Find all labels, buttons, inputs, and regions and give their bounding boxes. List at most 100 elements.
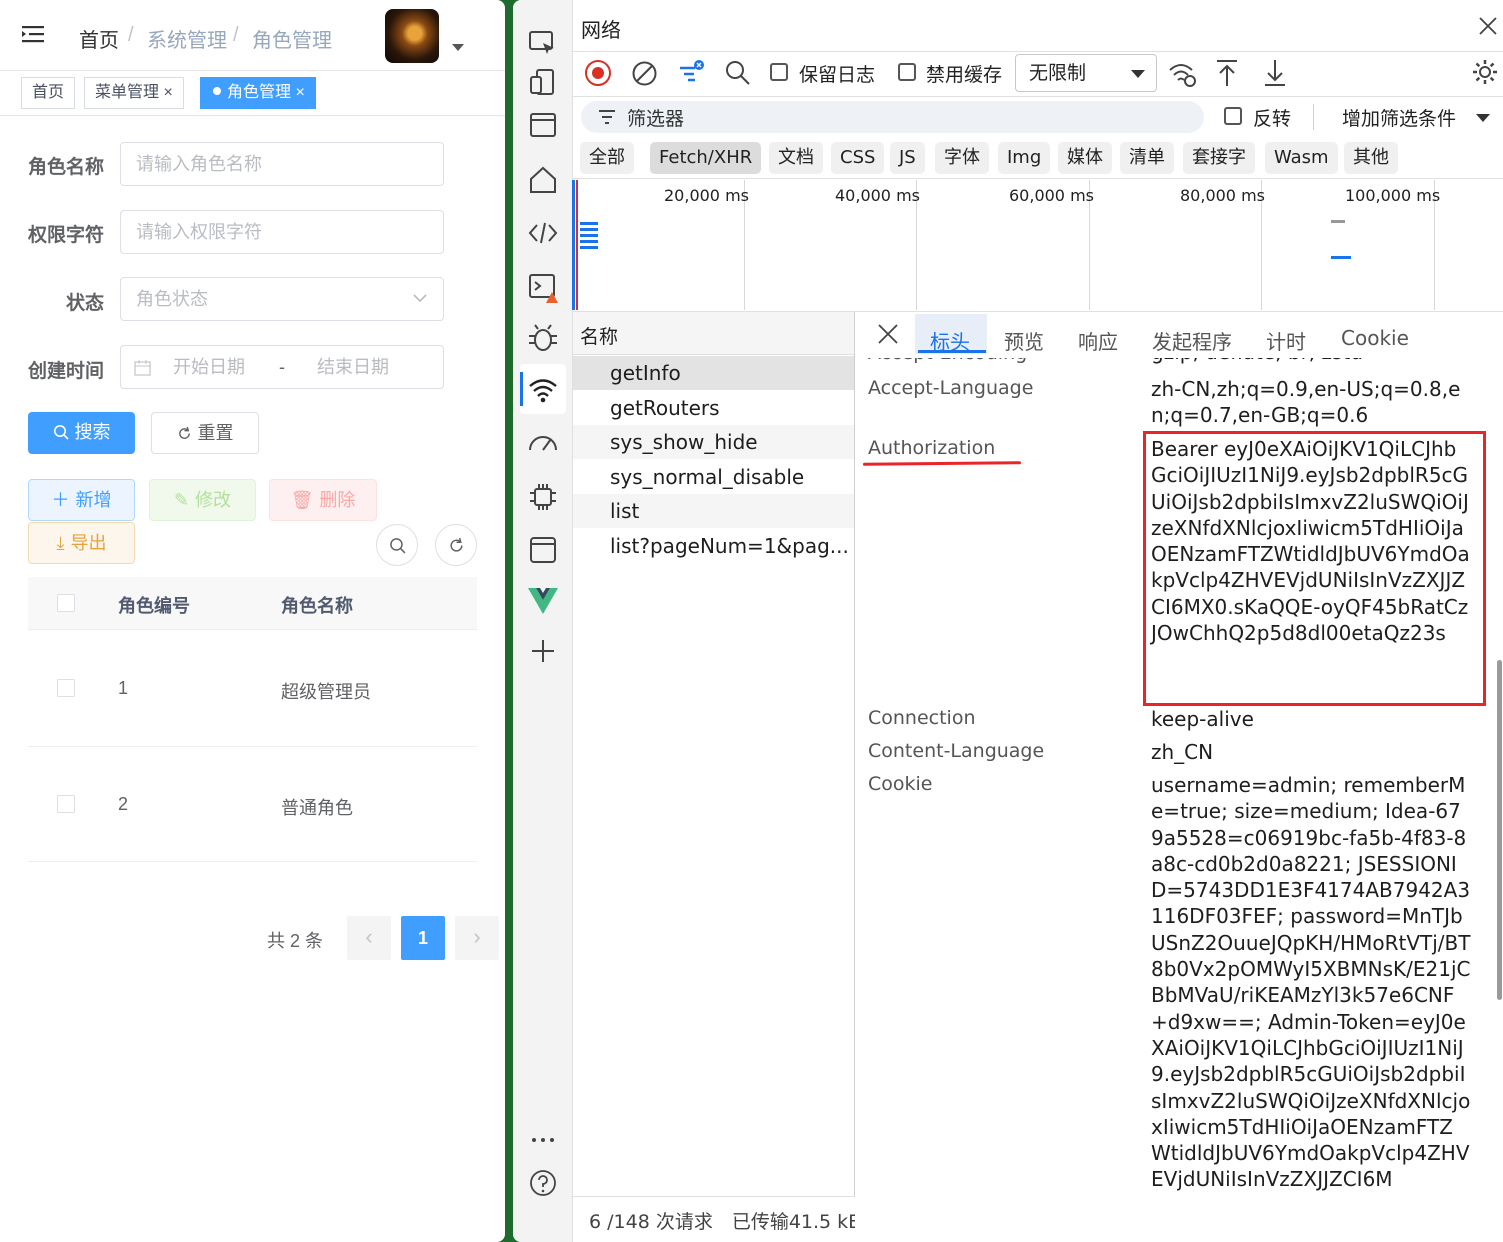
filter-tab-doc[interactable]: 文档 bbox=[769, 142, 823, 174]
close-icon[interactable]: × bbox=[295, 84, 304, 101]
filter-tab-media[interactable]: 媒体 bbox=[1058, 142, 1112, 174]
tag-home[interactable]: 首页 bbox=[21, 77, 76, 109]
next-page-button[interactable]: › bbox=[455, 916, 499, 960]
underline-annotation bbox=[862, 461, 1022, 466]
end-date-input[interactable]: 结束日期 bbox=[317, 346, 389, 388]
close-icon[interactable] bbox=[1478, 16, 1498, 36]
filter-tab-other[interactable]: 其他 bbox=[1344, 142, 1398, 174]
filter-tab-all[interactable]: 全部 bbox=[580, 142, 634, 174]
row-checkbox[interactable] bbox=[57, 679, 75, 697]
breadcrumb-sep: / bbox=[128, 24, 134, 46]
delete-button[interactable]: 🗑 删除 bbox=[269, 479, 377, 521]
breadcrumb-system[interactable]: 系统管理 bbox=[147, 24, 227, 53]
breadcrumb-home[interactable]: 首页 bbox=[79, 24, 119, 53]
settings-gear-icon[interactable] bbox=[1471, 58, 1499, 86]
cell-role-name: 超级管理员 bbox=[281, 682, 371, 702]
browser-icon[interactable] bbox=[526, 108, 560, 142]
toggle-search-button[interactable] bbox=[376, 524, 418, 566]
edit-button[interactable]: ✎ 修改 bbox=[149, 479, 256, 521]
request-name[interactable]: getRouters bbox=[610, 396, 720, 420]
device-icon[interactable] bbox=[526, 66, 560, 100]
col-role-id: 角色编号 bbox=[118, 596, 190, 616]
row-divider bbox=[28, 746, 477, 747]
clear-icon[interactable] bbox=[631, 60, 658, 87]
more-icon[interactable] bbox=[526, 1123, 560, 1157]
record-button[interactable] bbox=[585, 60, 611, 86]
tab-initiator[interactable]: 发起程序 bbox=[1152, 326, 1232, 355]
performance-icon[interactable] bbox=[526, 426, 560, 460]
filter-tab-socket[interactable]: 套接字 bbox=[1183, 142, 1255, 174]
filter-tab-fetch-xhr[interactable]: Fetch/XHR bbox=[650, 142, 762, 174]
filter-tab-wasm[interactable]: Wasm bbox=[1265, 142, 1338, 174]
preserve-log-checkbox[interactable] bbox=[770, 63, 788, 81]
tab-preview[interactable]: 预览 bbox=[1004, 326, 1044, 355]
home-icon[interactable] bbox=[526, 163, 560, 197]
throttle-select[interactable]: 无限制 bbox=[1015, 54, 1157, 92]
vue-devtools-icon[interactable] bbox=[526, 584, 560, 618]
divider bbox=[573, 51, 1503, 52]
status-select[interactable]: 角色状态 bbox=[120, 277, 444, 321]
perm-input[interactable]: 请输入权限字符 bbox=[120, 210, 444, 254]
header-value-cookie: username=admin; rememberMe=true; size=me… bbox=[1151, 773, 1471, 1192]
request-name[interactable]: list?pageNum=1&pag... bbox=[610, 534, 854, 558]
filter-input[interactable]: 筛选器 bbox=[581, 101, 1204, 133]
request-name[interactable]: getInfo bbox=[610, 361, 681, 385]
help-icon[interactable] bbox=[526, 1166, 560, 1200]
filter-tab-manifest[interactable]: 清单 bbox=[1120, 142, 1174, 174]
close-icon[interactable] bbox=[877, 323, 899, 345]
filter-tab-img[interactable]: Img bbox=[998, 142, 1051, 174]
filter-tab-font[interactable]: 字体 bbox=[935, 142, 989, 174]
chevron-down-icon[interactable] bbox=[1475, 113, 1491, 123]
pagination-total: 共 2 条 bbox=[267, 931, 324, 951]
menu-toggle-icon[interactable] bbox=[22, 24, 44, 44]
invert-checkbox[interactable] bbox=[1224, 107, 1242, 125]
avatar[interactable] bbox=[385, 9, 439, 63]
request-name[interactable]: list bbox=[610, 499, 639, 523]
disable-cache-checkbox[interactable] bbox=[898, 63, 916, 81]
debugger-icon[interactable] bbox=[526, 321, 560, 355]
search-button[interactable]: 搜索 bbox=[28, 412, 135, 454]
memory-icon[interactable] bbox=[526, 480, 560, 514]
request-name[interactable]: sys_show_hide bbox=[610, 430, 758, 454]
tag-role[interactable]: 角色管理 × bbox=[200, 77, 316, 109]
trash-icon: 🗑 bbox=[290, 490, 314, 510]
application-icon[interactable] bbox=[526, 533, 560, 567]
add-tool-icon[interactable] bbox=[526, 634, 560, 668]
chevron-down-icon[interactable] bbox=[452, 44, 464, 51]
page-1-button[interactable]: 1 bbox=[401, 916, 445, 960]
console-icon[interactable] bbox=[526, 270, 560, 304]
network-conditions-icon[interactable] bbox=[1167, 58, 1197, 88]
filter-tab-js[interactable]: JS bbox=[890, 142, 925, 174]
elements-icon[interactable] bbox=[526, 216, 560, 250]
tab-timing[interactable]: 计时 bbox=[1266, 326, 1306, 355]
export-har-icon[interactable] bbox=[1263, 58, 1287, 88]
search-icon[interactable] bbox=[725, 60, 751, 86]
prev-page-button[interactable]: ‹ bbox=[347, 916, 391, 960]
date-range-picker[interactable]: 开始日期 - 结束日期 bbox=[120, 345, 444, 389]
tab-cookie[interactable]: Cookie bbox=[1341, 326, 1409, 350]
chevron-down-icon bbox=[413, 294, 427, 303]
row-checkbox[interactable] bbox=[57, 795, 75, 813]
refresh-button[interactable] bbox=[435, 524, 477, 566]
import-har-icon[interactable] bbox=[1215, 58, 1239, 88]
filter-tab-css[interactable]: CSS bbox=[831, 142, 885, 174]
scrollbar-thumb[interactable] bbox=[1497, 660, 1502, 1000]
header-key-authorization: Authorization bbox=[868, 437, 996, 459]
reset-button[interactable]: 重置 bbox=[151, 412, 259, 454]
filter-toggle-icon[interactable] bbox=[677, 58, 707, 88]
wifi-icon[interactable] bbox=[526, 373, 560, 407]
start-date-input[interactable]: 开始日期 bbox=[173, 346, 245, 388]
add-button[interactable]: ＋新增 bbox=[28, 479, 135, 521]
devtools-activity-bar bbox=[513, 0, 573, 1242]
tab-response[interactable]: 响应 bbox=[1078, 326, 1118, 355]
inspect-icon[interactable] bbox=[526, 26, 560, 60]
tag-menu[interactable]: 菜单管理 × bbox=[84, 77, 184, 109]
close-icon[interactable]: × bbox=[163, 84, 172, 101]
timeline-tick: 20,000 ms bbox=[664, 186, 749, 205]
cell-role-id: 1 bbox=[118, 678, 129, 698]
export-button[interactable]: ⤓ 导出 bbox=[28, 522, 135, 564]
request-name[interactable]: sys_normal_disable bbox=[610, 465, 804, 489]
select-all-checkbox[interactable] bbox=[57, 594, 75, 612]
more-filters-dropdown[interactable]: 增加筛选条件 bbox=[1342, 104, 1456, 131]
role-name-input[interactable]: 请输入角色名称 bbox=[120, 142, 444, 186]
